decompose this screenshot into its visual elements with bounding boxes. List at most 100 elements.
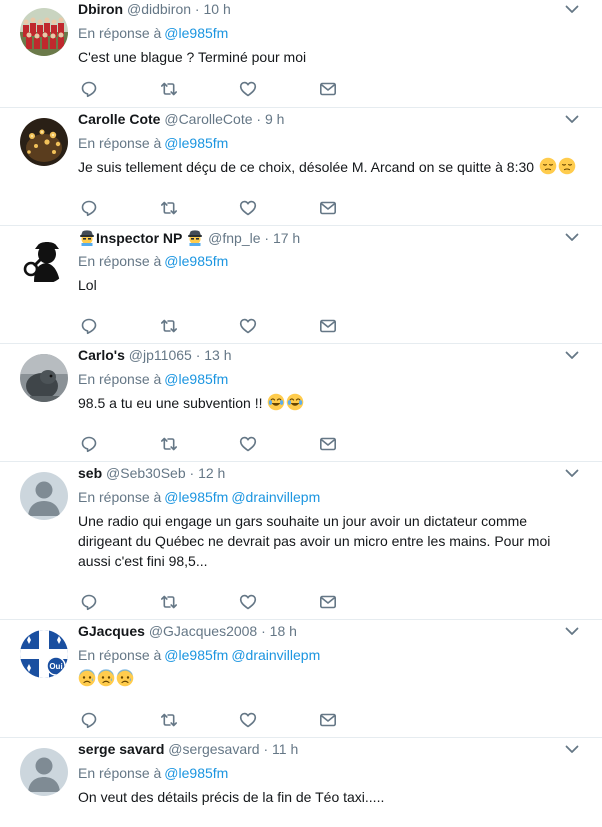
chevron-down-icon[interactable] (564, 229, 580, 245)
tweet-text-body: C'est une blague ? Terminé pour moi (78, 49, 307, 65)
separator: · (194, 1, 200, 17)
username[interactable]: @jp11065 (129, 347, 192, 363)
avatar[interactable] (20, 236, 68, 284)
heart-icon[interactable] (239, 317, 259, 337)
separator: · (264, 230, 270, 246)
avatar[interactable] (20, 354, 68, 402)
message-icon[interactable] (319, 317, 339, 337)
username[interactable]: @fnp_le (208, 230, 260, 246)
message-icon[interactable] (319, 593, 339, 613)
tweet-header: serge savard @sergesavard · 11 h (78, 740, 298, 758)
mention-link[interactable]: @drainvillepm (231, 647, 320, 663)
display-name[interactable]: Carolle Cote (78, 111, 160, 127)
tweet[interactable]: Inspector NP @fnp_le · 17 h En réponse à… (0, 226, 602, 344)
timestamp[interactable]: 10 h (203, 1, 230, 17)
mention-link[interactable]: @le985fm (164, 25, 228, 41)
tweet-text-body: Une radio qui engage un gars souhaite un… (78, 513, 551, 569)
display-name[interactable]: GJacques (78, 623, 145, 639)
tweet[interactable]: serge savard @sergesavard · 11 h En répo… (0, 738, 602, 827)
retweet-icon[interactable] (160, 80, 180, 100)
username[interactable]: @didbiron (127, 1, 191, 17)
heart-icon[interactable] (239, 711, 259, 731)
chevron-down-icon[interactable] (564, 465, 580, 481)
chevron-down-icon[interactable] (564, 1, 580, 17)
username[interactable]: @GJacques2008 (149, 623, 257, 639)
timestamp[interactable]: 11 h (272, 741, 298, 757)
timestamp[interactable]: 17 h (273, 230, 300, 246)
avatar[interactable] (20, 748, 68, 796)
tweet[interactable]: Dbiron @didbiron · 10 h En réponse à @le9… (0, 0, 602, 108)
mention-link[interactable]: @drainvillepm (231, 489, 320, 505)
reply-context: En réponse à @le985fm (78, 370, 228, 388)
chevron-down-icon[interactable] (564, 623, 580, 639)
display-name[interactable]: seb (78, 465, 102, 481)
tweet-text: 98.5 a tu eu une subvention !! (78, 393, 582, 413)
retweet-icon[interactable] (160, 317, 180, 337)
heart-icon[interactable] (239, 199, 259, 219)
avatar[interactable] (20, 8, 68, 56)
tweet[interactable]: Oui GJacques @GJacques2008 · 18 h En rép… (0, 620, 602, 738)
mention-link[interactable]: @le985fm (164, 647, 228, 663)
reply-icon[interactable] (80, 593, 100, 613)
username[interactable]: @Seb30Seb (106, 465, 186, 481)
heart-icon[interactable] (239, 593, 259, 613)
display-name[interactable]: Inspector NP (96, 230, 182, 246)
display-name[interactable]: serge savard (78, 741, 164, 757)
display-name[interactable]: Dbiron (78, 1, 123, 17)
username[interactable]: @CarolleCote (164, 111, 252, 127)
tweet-header: Carolle Cote @CarolleCote · 9 h (78, 110, 284, 128)
tweet[interactable]: Carolle Cote @CarolleCote · 9 h En répon… (0, 108, 602, 226)
mention-link[interactable]: @le985fm (164, 489, 228, 505)
mention-link[interactable]: @le985fm (164, 765, 228, 781)
retweet-icon[interactable] (160, 435, 180, 455)
tweet[interactable]: Carlo's @jp11065 · 13 h En réponse à @le9… (0, 344, 602, 462)
message-icon[interactable] (319, 80, 339, 100)
anxious-face-icon (97, 669, 115, 687)
chevron-down-icon[interactable] (564, 111, 580, 127)
retweet-icon[interactable] (160, 593, 180, 613)
tweet-text: C'est une blague ? Terminé pour moi (78, 47, 582, 67)
avatar[interactable]: Oui (20, 630, 68, 678)
mention-link[interactable]: @le985fm (164, 253, 228, 269)
tweet[interactable]: seb @Seb30Seb · 12 h En réponse à @le985f… (0, 462, 602, 620)
avatar[interactable] (20, 118, 68, 166)
reply-prefix: En réponse à (78, 765, 162, 781)
tweet-text: On veut des détails précis de la fin de … (78, 787, 582, 807)
separator: · (263, 741, 269, 757)
chevron-down-icon[interactable] (564, 347, 580, 363)
reply-icon[interactable] (80, 80, 100, 100)
avatar[interactable] (20, 472, 68, 520)
tweet-actions (78, 435, 378, 455)
display-name[interactable]: Carlo's (78, 347, 125, 363)
reply-prefix: En réponse à (78, 25, 162, 41)
chevron-down-icon[interactable] (564, 741, 580, 757)
anxious-face-icon (78, 669, 96, 687)
timestamp[interactable]: 9 h (265, 111, 284, 127)
reply-icon[interactable] (80, 711, 100, 731)
reply-icon[interactable] (80, 317, 100, 337)
heart-icon[interactable] (239, 435, 259, 455)
message-icon[interactable] (319, 199, 339, 219)
timestamp[interactable]: 18 h (270, 623, 297, 639)
mention-link[interactable]: @le985fm (164, 371, 228, 387)
timestamp[interactable]: 12 h (198, 465, 225, 481)
reply-icon[interactable] (80, 435, 100, 455)
mention-link[interactable]: @le985fm (164, 135, 228, 151)
tweet-header: Carlo's @jp11065 · 13 h (78, 346, 232, 364)
retweet-icon[interactable] (160, 711, 180, 731)
tweet-actions (78, 199, 378, 219)
tweet-header: GJacques @GJacques2008 · 18 h (78, 622, 297, 640)
message-icon[interactable] (319, 435, 339, 455)
message-icon[interactable] (319, 711, 339, 731)
tweet-text: Je suis tellement déçu de ce choix, déso… (78, 157, 582, 177)
heart-icon[interactable] (239, 80, 259, 100)
joy-face-icon (267, 393, 285, 411)
retweet-icon[interactable] (160, 199, 180, 219)
avatar-badge: Oui (49, 662, 62, 671)
username[interactable]: @sergesavard (168, 741, 259, 757)
reply-icon[interactable] (80, 199, 100, 219)
separator: · (189, 465, 195, 481)
separator: · (195, 347, 201, 363)
reply-prefix: En réponse à (78, 371, 162, 387)
timestamp[interactable]: 13 h (204, 347, 231, 363)
